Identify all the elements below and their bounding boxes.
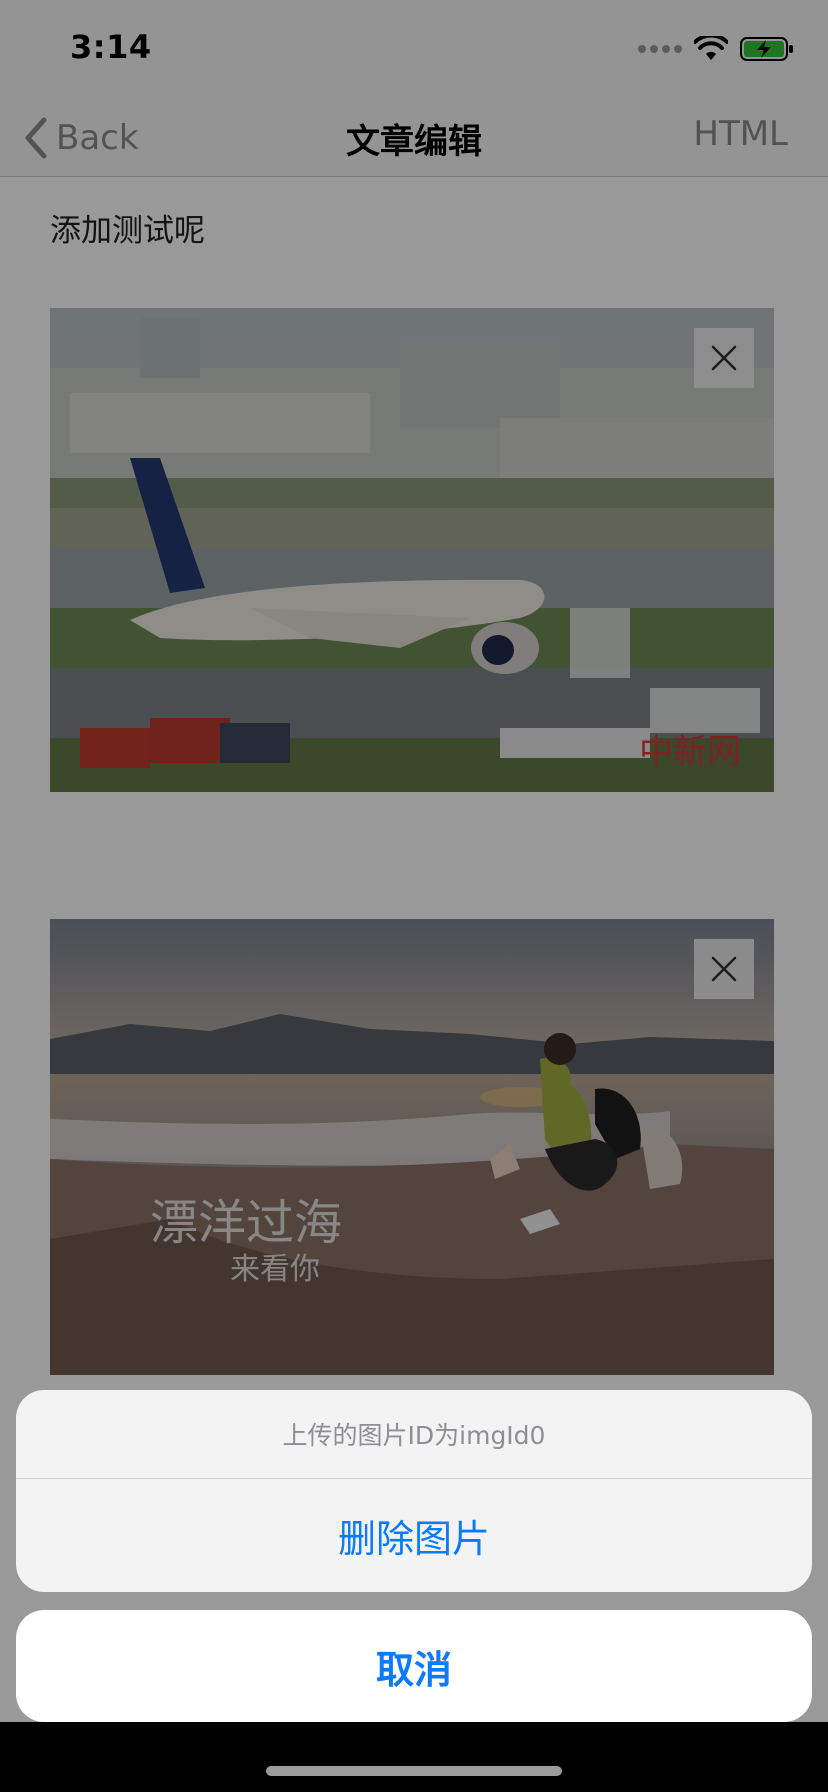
bottom-safe-area bbox=[0, 1722, 828, 1792]
screen: 3:14 Back 文章编辑 HTML 添加测试呢 中新网 漂洋过海 来看你 上… bbox=[0, 0, 828, 1792]
action-sheet: 上传的图片ID为imgId0 删除图片 bbox=[16, 1390, 812, 1592]
action-sheet-message: 上传的图片ID为imgId0 bbox=[16, 1390, 812, 1479]
delete-image-button[interactable]: 删除图片 bbox=[16, 1479, 812, 1592]
cancel-button[interactable]: 取消 bbox=[16, 1610, 812, 1722]
home-indicator[interactable] bbox=[266, 1766, 562, 1776]
